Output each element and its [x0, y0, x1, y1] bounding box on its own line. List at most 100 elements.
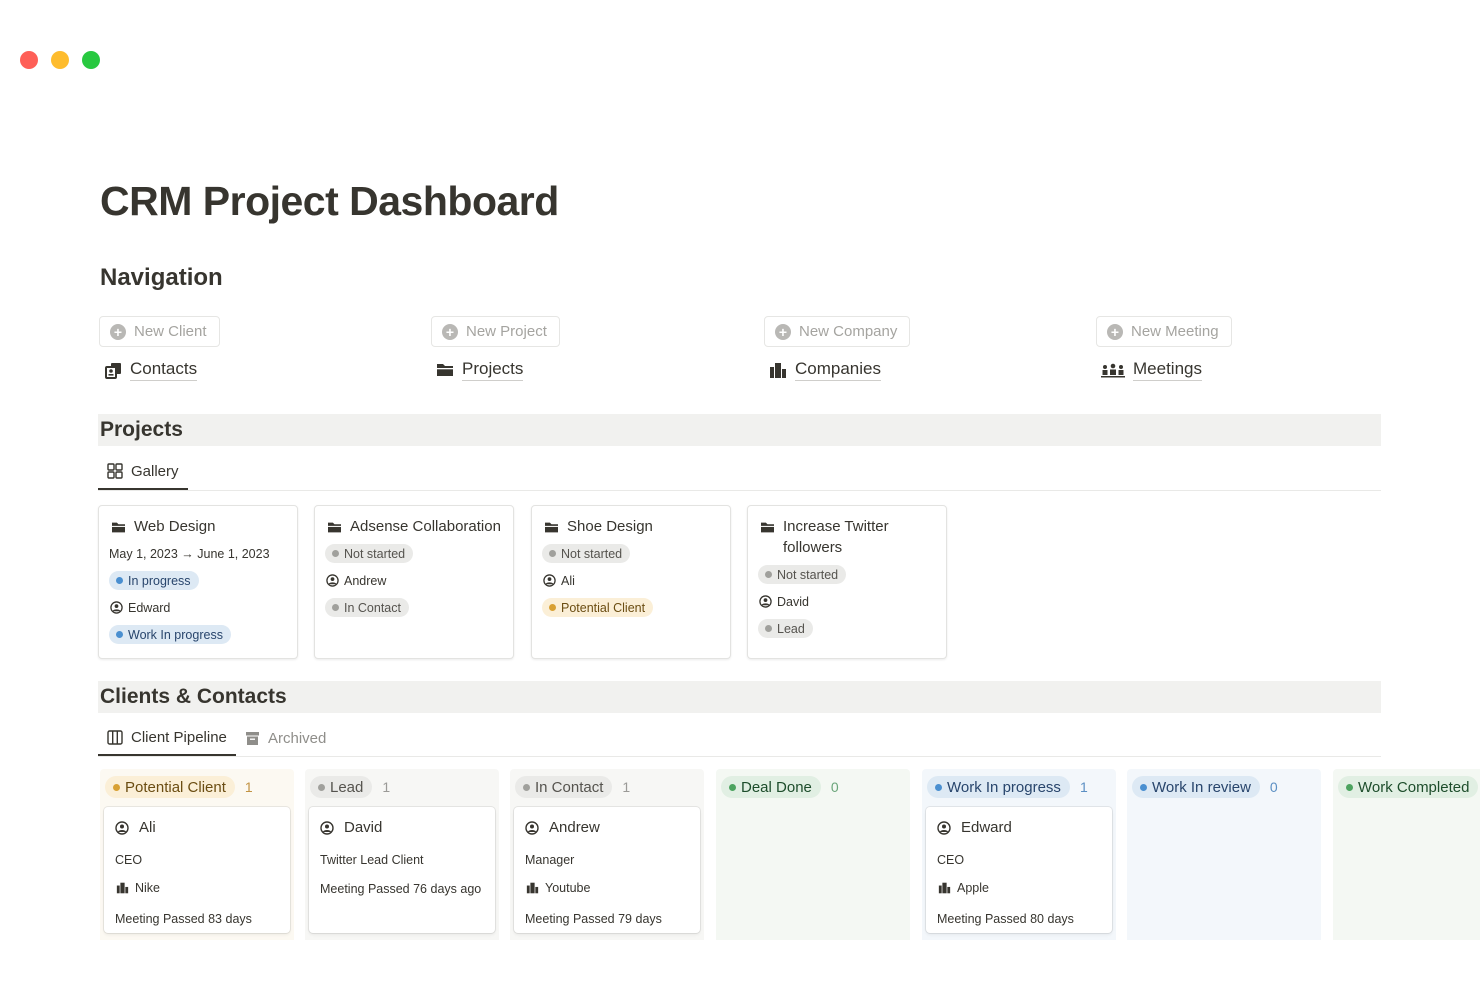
client-meeting-status: Meeting Passed 79 days: [525, 912, 662, 926]
tab-gallery[interactable]: Gallery: [98, 454, 188, 490]
client-company: Nike: [135, 881, 161, 895]
project-card-title: Increase Twitter followers: [758, 516, 936, 558]
project-card-increase-twitter-followers[interactable]: Increase Twitter followers Not started D…: [747, 505, 947, 659]
project-person: David: [758, 591, 936, 612]
folder-icon: [109, 518, 127, 536]
people-icon: [1101, 361, 1125, 379]
projects-link-label: Projects: [462, 359, 524, 381]
close-window-button[interactable]: [20, 51, 38, 69]
column-count: 1: [1079, 779, 1088, 795]
folder-icon: [758, 518, 776, 536]
project-title-text: Increase Twitter followers: [783, 518, 889, 556]
client-card-edward[interactable]: Edward CEO Apple Meeting Passed 80 days: [926, 807, 1112, 933]
board-column-work-completed: Work Completed: [1333, 769, 1480, 944]
client-role: CEO: [937, 853, 965, 867]
tab-archived-label: Archived: [268, 729, 327, 747]
client-name: Ali: [139, 819, 156, 836]
nav-column-contacts: + New Client Contacts: [99, 316, 399, 381]
board-column-work-in-progress: Work In progress 1 Edward CEO Apple Meet…: [922, 769, 1116, 944]
person-circle-icon: [758, 595, 772, 609]
page-title: CRM Project Dashboard: [100, 178, 559, 224]
person-circle-icon: [525, 820, 539, 835]
column-count: 1: [382, 779, 391, 795]
board-icon: [106, 728, 124, 746]
archive-icon: [243, 729, 261, 747]
board-column-work-in-review: Work In review 0: [1127, 769, 1321, 944]
person-name: Edward: [128, 600, 171, 615]
nav-column-companies: + New Company Companies: [764, 316, 1064, 381]
person-name: David: [777, 594, 809, 609]
contacts-link[interactable]: Contacts: [104, 359, 399, 381]
new-project-label: New Project: [466, 323, 547, 340]
project-date: May 1, 2023 → June 1, 2023: [109, 546, 270, 561]
gallery-icon: [106, 462, 124, 480]
column-status-badge: Lead: [310, 776, 373, 798]
tab-client-pipeline-label: Client Pipeline: [131, 728, 227, 746]
stage-badge: In Contact: [325, 598, 409, 617]
column-status-badge: Work In progress: [927, 776, 1070, 798]
zoom-window-button[interactable]: [82, 51, 100, 69]
column-count: 1: [622, 779, 631, 795]
project-person: Ali: [542, 570, 720, 591]
project-title-text: Shoe Design: [567, 518, 653, 535]
client-name: Andrew: [549, 819, 600, 836]
meetings-link[interactable]: Meetings: [1101, 359, 1396, 381]
clients-heading: Clients & Contacts: [100, 685, 287, 708]
client-company: Youtube: [545, 881, 591, 895]
nav-column-projects: + New Project Projects: [431, 316, 731, 381]
new-company-label: New Company: [799, 323, 898, 340]
project-card-web-design[interactable]: Web Design May 1, 2023 → June 1, 2023 In…: [98, 505, 298, 659]
tab-client-pipeline[interactable]: Client Pipeline: [98, 720, 236, 756]
client-role: Twitter Lead Client: [320, 853, 424, 867]
status-badge: In progress: [109, 571, 199, 590]
stage-badge: Potential Client: [542, 598, 654, 617]
project-card-shoe-design[interactable]: Shoe Design Not started Ali Potential Cl…: [531, 505, 731, 659]
projects-link[interactable]: Projects: [436, 359, 731, 381]
tab-archived[interactable]: Archived: [243, 720, 326, 756]
status-badge: Not started: [542, 544, 631, 563]
project-card-adsense-collaboration[interactable]: Adsense Collaboration Not started Andrew…: [314, 505, 514, 659]
new-meeting-label: New Meeting: [1131, 323, 1219, 340]
client-card-andrew[interactable]: Andrew Manager Youtube Meeting Passed 79…: [514, 807, 700, 933]
status-badge: Not started: [758, 565, 847, 584]
bottom-fade: [0, 940, 1480, 987]
navigation-heading: Navigation: [100, 264, 223, 291]
companies-link[interactable]: Companies: [769, 359, 1064, 381]
folder-icon: [436, 361, 454, 379]
person-circle-icon: [325, 574, 339, 588]
stage-badge: Work In progress: [109, 625, 231, 644]
person-circle-icon: [115, 820, 129, 835]
minimize-window-button[interactable]: [51, 51, 69, 69]
project-title-text: Adsense Collaboration: [350, 518, 501, 535]
column-status-badge: Work In review: [1132, 776, 1260, 798]
client-company: Apple: [957, 881, 989, 895]
new-meeting-button[interactable]: + New Meeting: [1096, 316, 1232, 347]
column-status-badge: Work Completed: [1338, 776, 1479, 798]
contacts-link-label: Contacts: [130, 359, 198, 381]
client-meeting-status: Meeting Passed 83 days: [115, 912, 252, 926]
person-circle-icon: [320, 820, 334, 835]
client-name: Edward: [961, 819, 1012, 836]
person-name: Ali: [561, 573, 575, 588]
stage-badge: Lead: [758, 619, 813, 638]
projects-view-tabs: Gallery: [98, 454, 1381, 491]
column-status-badge: Deal Done: [721, 776, 821, 798]
folder-icon: [325, 518, 343, 536]
clients-view-tabs: Client Pipeline Archived: [98, 720, 1381, 757]
person-circle-icon: [542, 574, 556, 588]
board-column-in-contact: In Contact 1 Andrew Manager Youtube Meet…: [510, 769, 704, 944]
project-person: Edward: [109, 597, 287, 618]
new-project-button[interactable]: + New Project: [431, 316, 560, 347]
board-column-potential-client: Potential Client 1 Ali CEO Nike Meeting …: [100, 769, 294, 944]
column-count: 1: [244, 779, 253, 795]
client-card-david[interactable]: David Twitter Lead Client Meeting Passed…: [309, 807, 495, 933]
new-company-button[interactable]: + New Company: [764, 316, 911, 347]
nav-column-meetings: + New Meeting Meetings: [1096, 316, 1396, 381]
client-card-ali[interactable]: Ali CEO Nike Meeting Passed 83 days: [104, 807, 290, 933]
contacts-icon: [104, 361, 122, 379]
board-column-deal-done: Deal Done 0: [716, 769, 910, 944]
new-client-button[interactable]: + New Client: [99, 316, 220, 347]
column-status-badge: Potential Client: [105, 776, 235, 798]
building-icon: [769, 361, 787, 379]
person-circle-icon: [937, 820, 951, 835]
